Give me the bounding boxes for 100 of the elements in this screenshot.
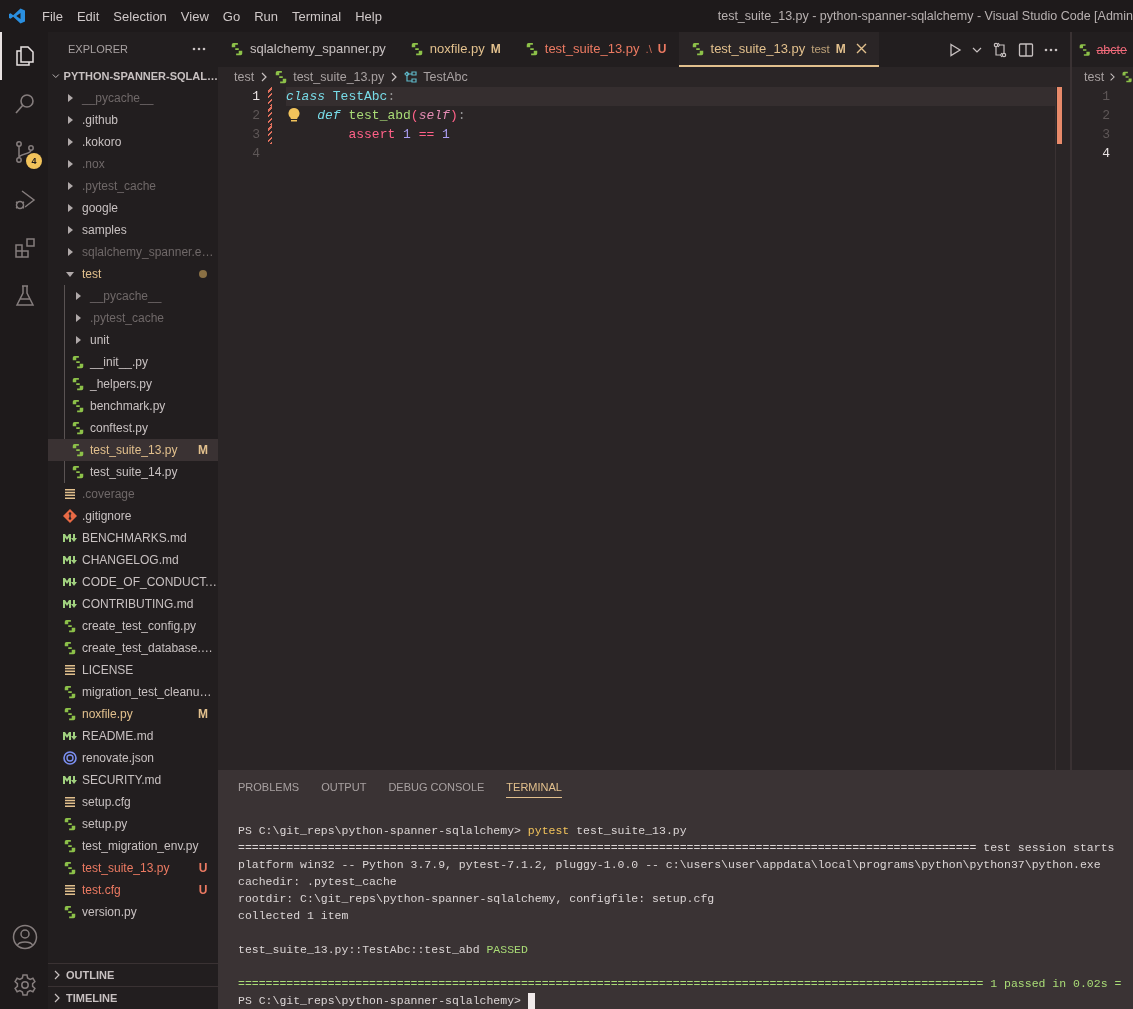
tree-item[interactable]: test_suite_13.py M	[48, 439, 218, 461]
more-icon[interactable]	[192, 46, 206, 51]
tree-item[interactable]: SECURITY.md	[48, 769, 218, 791]
tree-item[interactable]: README.md	[48, 725, 218, 747]
editor-tab[interactable]: test_suite_13.py .\ U	[512, 32, 679, 67]
change-dot	[199, 270, 207, 278]
activity-tab[interactable]: 4	[0, 128, 48, 176]
line-number: 4	[1101, 145, 1110, 163]
editor-tab[interactable]: sqlalchemy_spanner.py	[218, 32, 398, 67]
python-file-icon	[230, 41, 244, 56]
terminal-line: PS C:\git_reps\python-spanner-sqlalchemy> pytest test_suite_13.py	[238, 823, 687, 839]
files-icon[interactable]	[13, 44, 37, 68]
tree-item[interactable]: unit	[48, 329, 218, 351]
tree-item[interactable]: noxfile.py M	[48, 703, 218, 725]
tree-item[interactable]: test_migration_env.py	[48, 835, 218, 857]
code-line: class TestAbc:	[286, 88, 396, 106]
tree-item[interactable]: version.py	[48, 901, 218, 923]
python-file-icon	[690, 41, 705, 56]
diamond-file-icon	[63, 509, 77, 523]
tree-item[interactable]: CHANGELOG.md	[48, 549, 218, 571]
editor-tab[interactable]: abcte	[1072, 32, 1133, 67]
panel-tab[interactable]: DEBUG CONSOLE	[388, 777, 485, 798]
python-file-icon	[71, 355, 85, 369]
tree-item[interactable]: google	[48, 197, 218, 219]
markdown-file-icon	[62, 774, 78, 786]
close-icon[interactable]	[855, 43, 867, 54]
tree-item[interactable]: test_suite_14.py	[48, 461, 218, 483]
search-icon[interactable]	[13, 92, 37, 116]
ring-file-icon	[63, 751, 77, 765]
git-status-letter: U	[197, 861, 209, 875]
tree-item[interactable]: .github	[48, 109, 218, 131]
class-symbol-icon	[404, 70, 419, 84]
menu-item[interactable]: Run	[247, 4, 285, 28]
menu-item[interactable]: View	[173, 4, 216, 28]
tree-item[interactable]: CONTRIBUTING.md	[48, 593, 218, 615]
python-file-icon	[71, 421, 85, 435]
lightbulb-icon[interactable]	[288, 108, 300, 123]
code-line: def test_abd(self):	[317, 107, 466, 125]
run-icon[interactable]	[948, 42, 962, 57]
text-file-icon	[64, 489, 76, 499]
tree-item[interactable]: setup.cfg	[48, 791, 218, 813]
compare-changes-icon[interactable]	[992, 41, 1008, 58]
more-icon[interactable]	[1044, 47, 1058, 52]
tree-item[interactable]: setup.py	[48, 813, 218, 835]
tree-item[interactable]: test_suite_13.py U	[48, 857, 218, 879]
python-file-icon	[63, 861, 77, 875]
panel-tab[interactable]: OUTPUT	[321, 777, 367, 798]
menu-item[interactable]: Terminal	[285, 4, 349, 28]
editor-tab[interactable]: test_suite_13.py test M	[678, 32, 879, 67]
run-debug-icon[interactable]	[13, 188, 37, 212]
account-icon[interactable]	[12, 924, 38, 950]
tree-item[interactable]: BENCHMARKS.md	[48, 527, 218, 549]
breadcrumb-item[interactable]: test	[234, 70, 255, 84]
branch-icon[interactable]	[13, 140, 37, 164]
text-file-icon	[64, 665, 76, 675]
app-logo-icon[interactable]	[9, 8, 25, 24]
tree-item[interactable]: .gitignore	[48, 505, 218, 527]
split-editor-icon[interactable]	[1018, 41, 1034, 58]
text-file-icon	[64, 885, 76, 895]
panel-tab[interactable]: TERMINAL	[506, 777, 562, 798]
menu-item[interactable]: Selection	[106, 4, 174, 28]
section-header[interactable]: TIMELINE	[66, 992, 118, 1004]
section-header[interactable]: PYTHON-SPANNER-SQLAL…	[63, 70, 218, 82]
settings-icon[interactable]	[13, 973, 37, 997]
breadcrumb-item[interactable]: test	[1084, 70, 1105, 84]
tree-item[interactable]: migration_test_cleanu…	[48, 681, 218, 703]
python-file-icon	[71, 443, 85, 457]
tree-item[interactable]: conftest.py	[48, 417, 218, 439]
python-file-icon	[63, 839, 77, 853]
git-status-letter: M	[197, 707, 209, 721]
tree-item[interactable]: benchmark.py	[48, 395, 218, 417]
extensions-icon[interactable]	[13, 236, 37, 260]
tree-item[interactable]: _helpers.py	[48, 373, 218, 395]
tree-item[interactable]: test	[48, 263, 218, 285]
tree-item[interactable]: CODE_OF_CONDUCT.…	[48, 571, 218, 593]
git-status-letter: M	[197, 443, 209, 457]
tree-item[interactable]: LICENSE	[48, 659, 218, 681]
markdown-file-icon	[62, 730, 78, 742]
section-header[interactable]: OUTLINE	[66, 969, 115, 981]
editor-tab[interactable]: noxfile.py M	[397, 32, 513, 67]
python-file-icon	[524, 41, 539, 56]
panel-tab[interactable]: PROBLEMS	[238, 777, 300, 798]
markdown-file-icon	[62, 598, 78, 610]
flask-icon[interactable]	[13, 284, 37, 308]
breadcrumb-item[interactable]: test_suite_13.py	[293, 70, 385, 84]
breadcrumb-item[interactable]: TestAbc	[423, 70, 468, 84]
tree-item[interactable]: create_test_config.py	[48, 615, 218, 637]
terminal-line: rootdir: C:\git_reps\python-spanner-sqlalchemy, configfile: setup.cfg	[238, 891, 715, 907]
tree-item[interactable]: samples	[48, 219, 218, 241]
tree-item[interactable]: renovate.json	[48, 747, 218, 769]
tree-item[interactable]: .kokoro	[48, 131, 218, 153]
menu-item[interactable]: Edit	[69, 4, 107, 28]
tree-item[interactable]: test.cfg U	[48, 879, 218, 901]
terminal-line: cachedir: .pytest_cache	[238, 874, 397, 890]
menu-item[interactable]: Go	[215, 4, 248, 28]
tree-item[interactable]: __init__.py	[48, 351, 218, 373]
tree-item[interactable]: create_test_database.…	[48, 637, 218, 659]
menu-item[interactable]: File	[35, 4, 70, 28]
terminal-line: collected 1 item	[238, 908, 349, 924]
menu-item[interactable]: Help	[348, 4, 389, 28]
